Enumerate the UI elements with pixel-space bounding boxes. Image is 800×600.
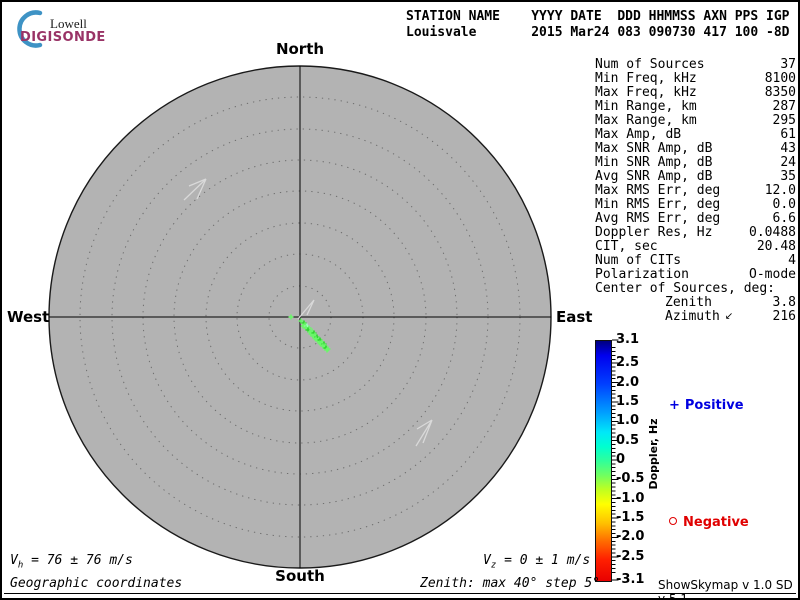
compass-label-west: West <box>7 308 50 326</box>
vertical-velocity-readout: Vz = 0 ± 1 m/s <box>483 553 591 571</box>
colorbar-tick-label: -3.1 <box>616 572 645 587</box>
colorbar-tick-label: 2.5 <box>616 355 640 370</box>
compass-label-north: North <box>275 40 325 58</box>
compass-label-east: East <box>556 308 593 326</box>
compass-label-south: South <box>275 567 325 585</box>
colorbar-tick-label: -2.0 <box>616 529 645 544</box>
param-row: Min SNR Amp, dB 24 <box>595 155 796 170</box>
param-row: Min RMS Err, deg 0.0 <box>595 197 796 212</box>
coordinate-system-label: Geographic coordinates <box>10 576 183 591</box>
param-row-zenith: Zenith 3.8 <box>665 295 796 310</box>
param-row: Num of Sources 37 <box>595 57 796 72</box>
skymap-polar-plot <box>48 65 552 569</box>
param-row: Max Range, km 295 <box>595 113 796 128</box>
legend-positive: + Positive <box>669 398 744 413</box>
param-row: Max SNR Amp, dB 43 <box>595 141 796 156</box>
colorbar-axis-label: Doppler, Hz <box>647 418 660 490</box>
param-row: Num of CITs 4 <box>595 253 796 268</box>
colorbar-tick-label: 2.0 <box>616 375 640 390</box>
param-row: CIT, sec 20.48 <box>595 239 796 254</box>
doppler-colorbar <box>595 340 612 582</box>
plus-icon: + <box>669 398 680 413</box>
azimuth-direction-arrow-icon: ↙ <box>724 311 734 322</box>
version-label: ShowSkymap v 1.0 SD v 5.1 <box>658 578 793 600</box>
param-row-center-of-sources: Center of Sources, deg: <box>595 281 776 296</box>
param-row: Avg RMS Err, deg 6.6 <box>595 211 796 226</box>
param-row: Max Freq, kHz 8350 <box>595 85 796 100</box>
colorbar-tick-label: 0.5 <box>616 433 640 448</box>
colorbar-tick-label: -1.5 <box>616 510 645 525</box>
showskymap-window: Lowell DIGISONDE STATION NAME YYYY DATE … <box>0 0 800 600</box>
colorbar-tick-label: 1.0 <box>616 413 640 428</box>
param-row: Polarization O-mode <box>595 267 796 282</box>
param-row: Avg SNR Amp, dB 35 <box>595 169 796 184</box>
colorbar-tick-label: 1.5 <box>616 394 640 409</box>
param-row: Min Freq, kHz 8100 <box>595 71 796 86</box>
colorbar-tick-label: 3.1 <box>616 332 640 347</box>
horizontal-velocity-readout: Vh = 76 ± 76 m/s <box>10 553 133 571</box>
colorbar-tick-label: -0.5 <box>616 471 645 486</box>
circle-icon <box>669 517 677 525</box>
param-row: Max RMS Err, deg 12.0 <box>595 183 796 198</box>
param-row-azimuth: Azimuth ↙ 216 <box>665 309 796 324</box>
param-row: Doppler Res, Hz 0.0488 <box>595 225 796 240</box>
param-row: Max Amp, dB 61 <box>595 127 796 142</box>
colorbar-tick-label: 0 <box>616 452 626 467</box>
footer-divider <box>4 593 796 594</box>
measurement-parameter-list: Num of Sources 37 Min Freq, kHz 8100 Max F… <box>595 58 796 324</box>
colorbar-tick-label: -2.5 <box>616 549 645 564</box>
zenith-scale-label: Zenith: max 40° step 5° <box>420 576 601 591</box>
param-row: Min Range, km 287 <box>595 99 796 114</box>
colorbar-tick-label: -1.0 <box>616 491 645 506</box>
legend-negative: Negative <box>669 515 749 530</box>
